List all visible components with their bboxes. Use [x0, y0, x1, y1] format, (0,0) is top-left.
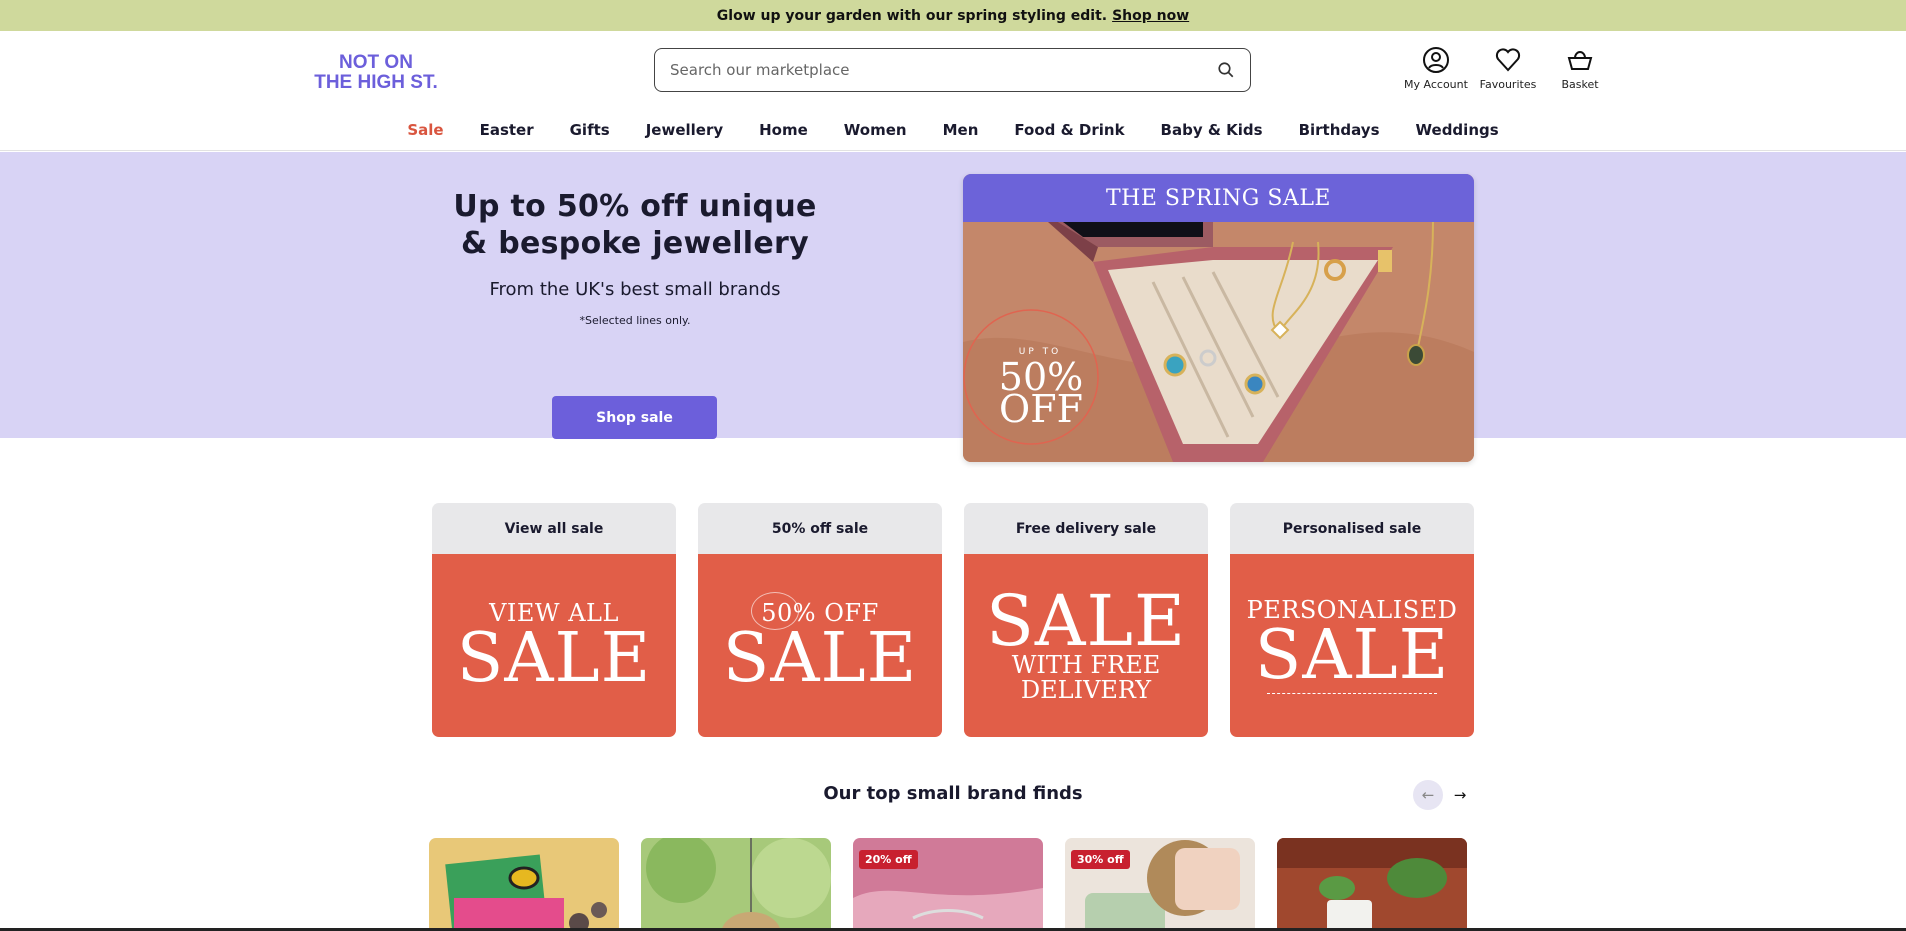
- tile-caption: 50% off sale: [698, 503, 942, 554]
- arrow-right-icon: →: [1453, 786, 1467, 804]
- jewellery-box-image: UP TO 50% OFF: [963, 222, 1474, 462]
- tile-graphic: VIEW ALL SALE: [432, 554, 676, 737]
- search-icon[interactable]: [1217, 61, 1235, 79]
- nav-item-birthdays[interactable]: Birthdays: [1281, 121, 1398, 139]
- nav-item-women[interactable]: Women: [826, 121, 925, 139]
- search-bar: [654, 48, 1251, 92]
- tile-line2: WITH FREE: [1011, 650, 1161, 679]
- product-card[interactable]: [1277, 838, 1467, 931]
- tile-underline-decoration: [1267, 693, 1437, 694]
- shop-sale-button[interactable]: Shop sale: [552, 396, 717, 439]
- tile-personalised-sale[interactable]: Personalised sale PERSONALISED SALE: [1230, 503, 1474, 737]
- tile-line2: SALE: [456, 618, 652, 698]
- tile-caption: View all sale: [432, 503, 676, 554]
- tile-line1: SALE: [985, 579, 1187, 662]
- tile-line2: SALE: [722, 618, 918, 698]
- spring-sale-title: THE SPRING SALE: [963, 174, 1474, 222]
- tile-line3: DELIVERY: [1020, 675, 1152, 704]
- section-title: Our top small brand finds: [823, 783, 1083, 804]
- product-image: [641, 838, 831, 931]
- nav-item-weddings[interactable]: Weddings: [1398, 121, 1517, 139]
- product-card[interactable]: [429, 838, 619, 931]
- favourites-button[interactable]: Favourites: [1472, 45, 1544, 91]
- hero-headline-line1: Up to 50% off unique: [453, 189, 817, 224]
- basket-icon: [1567, 51, 1593, 70]
- svg-text:NOT ON: NOT ON: [339, 52, 413, 73]
- product-card[interactable]: [641, 838, 831, 931]
- product-image: [429, 838, 619, 931]
- carousel-next-button[interactable]: →: [1445, 780, 1475, 810]
- product-card[interactable]: 20% off: [853, 838, 1043, 931]
- hero-text: Up to 50% off unique & bespoke jewellery…: [425, 188, 845, 439]
- nav-item-sale[interactable]: Sale: [389, 121, 461, 139]
- tile-graphic: 50% OFF SALE: [698, 554, 942, 737]
- nav-item-jewellery[interactable]: Jewellery: [628, 121, 741, 139]
- nav-item-home[interactable]: Home: [741, 121, 826, 139]
- basket-button[interactable]: Basket: [1544, 45, 1616, 91]
- favourites-label: Favourites: [1479, 78, 1537, 91]
- account-icon: [1423, 47, 1449, 73]
- announcement-shop-now-link[interactable]: Shop now: [1112, 8, 1189, 24]
- product-card[interactable]: 30% off: [1065, 838, 1255, 931]
- svg-text:THE HIGH ST.: THE HIGH ST.: [314, 72, 438, 91]
- arrow-left-icon: ←: [1421, 786, 1435, 804]
- tile-line2: SALE: [1254, 616, 1450, 695]
- hero-fineprint: *Selected lines only.: [579, 314, 691, 327]
- tile-caption: Free delivery sale: [964, 503, 1208, 554]
- tile-free-delivery-sale[interactable]: Free delivery sale SALE WITH FREE DELIVE…: [964, 503, 1208, 737]
- svg-text:OFF: OFF: [999, 387, 1083, 431]
- tile-graphic: SALE WITH FREE DELIVERY: [964, 554, 1208, 737]
- hero-banner: Up to 50% off unique & bespoke jewellery…: [0, 152, 1906, 462]
- product-carousel: 20% off 30% off: [429, 838, 1467, 931]
- heart-icon: [1495, 48, 1521, 72]
- spring-sale-card[interactable]: THE SPRING SALE UP TO 50% OFF: [963, 174, 1474, 462]
- nav-item-gifts[interactable]: Gifts: [552, 121, 628, 139]
- nav-item-baby-kids[interactable]: Baby & Kids: [1143, 121, 1281, 139]
- search-input[interactable]: [670, 61, 1217, 79]
- hero-headline-line2: & bespoke jewellery: [461, 226, 809, 261]
- announcement-text: Glow up your garden with our spring styl…: [716, 7, 1108, 24]
- sale-category-tiles: View all sale VIEW ALL SALE 50% off sale…: [432, 503, 1474, 737]
- main-nav: Sale Easter Gifts Jewellery Home Women M…: [0, 109, 1906, 151]
- site-logo[interactable]: NOT ON THE HIGH ST.: [304, 51, 449, 91]
- nav-item-food-drink[interactable]: Food & Drink: [996, 121, 1142, 139]
- tile-caption: Personalised sale: [1230, 503, 1474, 554]
- site-header: NOT ON THE HIGH ST. My Account Favourite…: [0, 31, 1906, 109]
- tile-circle-decoration: [751, 592, 799, 630]
- tile-50-off-sale[interactable]: 50% off sale 50% OFF SALE: [698, 503, 942, 737]
- header-actions: My Account Favourites Basket: [1400, 45, 1616, 91]
- announcement-bar: Glow up your garden with our spring styl…: [0, 0, 1906, 31]
- basket-label: Basket: [1561, 78, 1599, 91]
- my-account-button[interactable]: My Account: [1400, 45, 1472, 91]
- hero-subheading: From the UK's best small brands: [489, 279, 781, 300]
- discount-badge: 20% off: [859, 850, 918, 869]
- nav-item-men[interactable]: Men: [925, 121, 997, 139]
- product-image: [1277, 838, 1467, 931]
- my-account-label: My Account: [1404, 78, 1468, 91]
- carousel-prev-button[interactable]: ←: [1413, 780, 1443, 810]
- tile-graphic: PERSONALISED SALE: [1230, 554, 1474, 737]
- hero-headline: Up to 50% off unique & bespoke jewellery: [425, 188, 845, 262]
- tile-view-all-sale[interactable]: View all sale VIEW ALL SALE: [432, 503, 676, 737]
- discount-badge: 30% off: [1071, 850, 1130, 869]
- nav-item-easter[interactable]: Easter: [462, 121, 552, 139]
